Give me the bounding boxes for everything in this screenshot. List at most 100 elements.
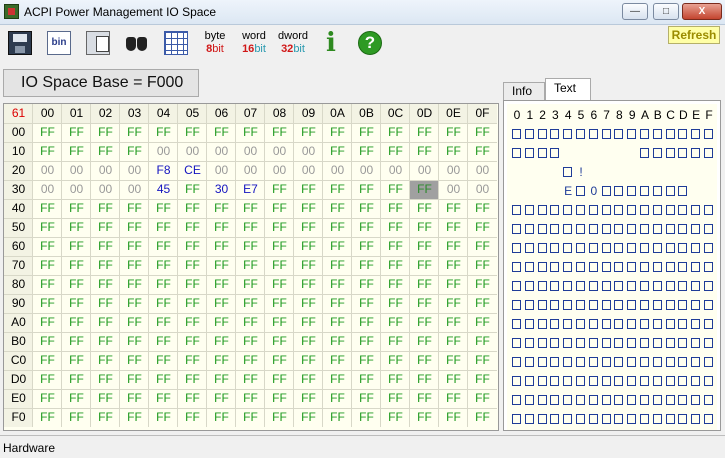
hex-cell[interactable]: FF [439,275,468,294]
hex-cell[interactable]: FF [120,218,149,237]
hex-cell[interactable]: FF [149,294,178,313]
hex-cell[interactable]: FF [265,237,294,256]
hex-cell[interactable]: FF [91,275,120,294]
hex-cell[interactable]: FF [381,351,410,370]
hex-cell[interactable]: FF [323,142,352,161]
hex-cell[interactable]: FF [265,199,294,218]
hex-cell[interactable]: FF [91,142,120,161]
save-binary-button[interactable]: bin [43,27,75,59]
hex-cell[interactable]: FF [120,294,149,313]
hex-cell[interactable]: FF [439,294,468,313]
hex-cell[interactable]: FF [381,294,410,313]
hex-cell[interactable]: FF [33,142,62,161]
hex-cell[interactable]: FF [323,256,352,275]
hex-cell[interactable]: FF [265,389,294,408]
hex-cell[interactable]: FF [439,332,468,351]
hex-cell[interactable]: FF [381,123,410,142]
hex-cell[interactable]: FF [120,370,149,389]
hex-cell[interactable]: FF [381,275,410,294]
hex-cell[interactable]: FF [178,123,207,142]
hex-cell[interactable]: 00 [120,161,149,180]
hex-cell[interactable]: FF [207,294,236,313]
hex-cell[interactable]: FF [62,256,91,275]
hex-cell[interactable]: FF [381,408,410,427]
hex-cell[interactable]: FF [178,408,207,427]
hex-cell[interactable]: FF [236,313,265,332]
hex-cell[interactable]: FF [178,237,207,256]
hex-cell[interactable]: FF [352,123,381,142]
hex-cell[interactable]: FF [91,294,120,313]
hex-cell[interactable]: FF [91,332,120,351]
hex-cell[interactable]: FF [294,294,323,313]
dword-mode-button[interactable]: dword 32bit [276,27,310,59]
hex-cell[interactable]: FF [294,180,323,199]
hex-cell[interactable]: FF [265,294,294,313]
hex-cell[interactable]: FF [439,389,468,408]
hex-cell[interactable]: FF [352,199,381,218]
hex-cell[interactable]: FF [265,275,294,294]
hex-cell[interactable]: FF [352,218,381,237]
hex-cell[interactable]: FF [265,332,294,351]
hex-cell[interactable]: FF [149,332,178,351]
hex-cell[interactable]: FF [62,313,91,332]
hex-cell[interactable]: FF [468,294,497,313]
hex-cell[interactable]: FF [294,370,323,389]
hex-cell[interactable]: FF [439,237,468,256]
hex-cell[interactable]: FF [410,313,439,332]
hex-cell[interactable]: FF [236,351,265,370]
hex-cell[interactable]: FF [91,123,120,142]
hex-cell[interactable]: FF [265,180,294,199]
hex-cell[interactable]: FF [62,294,91,313]
hex-cell[interactable]: FF [323,294,352,313]
hex-cell[interactable]: FF [149,218,178,237]
hex-cell[interactable]: FF [352,256,381,275]
hex-cell[interactable]: FF [410,199,439,218]
hex-cell[interactable]: FF [439,313,468,332]
hex-cell[interactable]: 00 [323,161,352,180]
hex-cell[interactable]: FF [62,370,91,389]
hex-cell[interactable]: FF [410,332,439,351]
hex-cell[interactable]: FF [410,256,439,275]
hex-cell[interactable]: FF [468,218,497,237]
hex-cell[interactable]: FF [178,199,207,218]
hex-cell[interactable]: FF [62,237,91,256]
find-button[interactable] [121,27,153,59]
hex-cell[interactable]: FF [352,275,381,294]
hex-cell[interactable]: FF [352,408,381,427]
hex-cell[interactable]: FF [62,408,91,427]
hex-cell[interactable]: FF [149,256,178,275]
hex-cell[interactable]: FF [120,256,149,275]
hex-cell[interactable]: FF [236,408,265,427]
hex-cell[interactable]: FF [178,275,207,294]
hex-cell[interactable]: FF [265,256,294,275]
hex-cell[interactable]: 00 [236,142,265,161]
hex-cell[interactable]: FF [207,351,236,370]
hex-cell[interactable]: 00 [439,180,468,199]
hex-cell[interactable]: FF [236,370,265,389]
hex-cell[interactable]: FF [323,199,352,218]
word-mode-button[interactable]: word 16bit [237,27,271,59]
hex-cell[interactable]: FF [294,351,323,370]
hex-cell[interactable]: FF [91,370,120,389]
hex-cell[interactable]: FF [62,275,91,294]
hex-cell[interactable]: FF [236,199,265,218]
hex-cell[interactable]: FF [178,351,207,370]
hex-cell[interactable]: FF [149,275,178,294]
info-button[interactable]: i [315,27,347,59]
hex-cell[interactable]: FF [410,237,439,256]
table-view-button[interactable] [160,27,192,59]
hex-cell[interactable]: FF [294,408,323,427]
hex-cell[interactable]: FF [381,142,410,161]
tab-text[interactable]: Text [545,78,591,100]
hex-cell[interactable]: FF [207,123,236,142]
hex-cell[interactable]: FF [207,237,236,256]
hex-cell[interactable]: FF [149,313,178,332]
hex-cell[interactable]: FF [468,237,497,256]
hex-cell[interactable]: 00 [410,161,439,180]
hex-cell[interactable]: FF [62,142,91,161]
hex-cell[interactable]: 00 [265,142,294,161]
hex-cell[interactable]: FF [178,313,207,332]
hex-cell[interactable]: FF [33,123,62,142]
hex-cell[interactable]: FF [323,275,352,294]
hex-cell[interactable]: FF [468,256,497,275]
